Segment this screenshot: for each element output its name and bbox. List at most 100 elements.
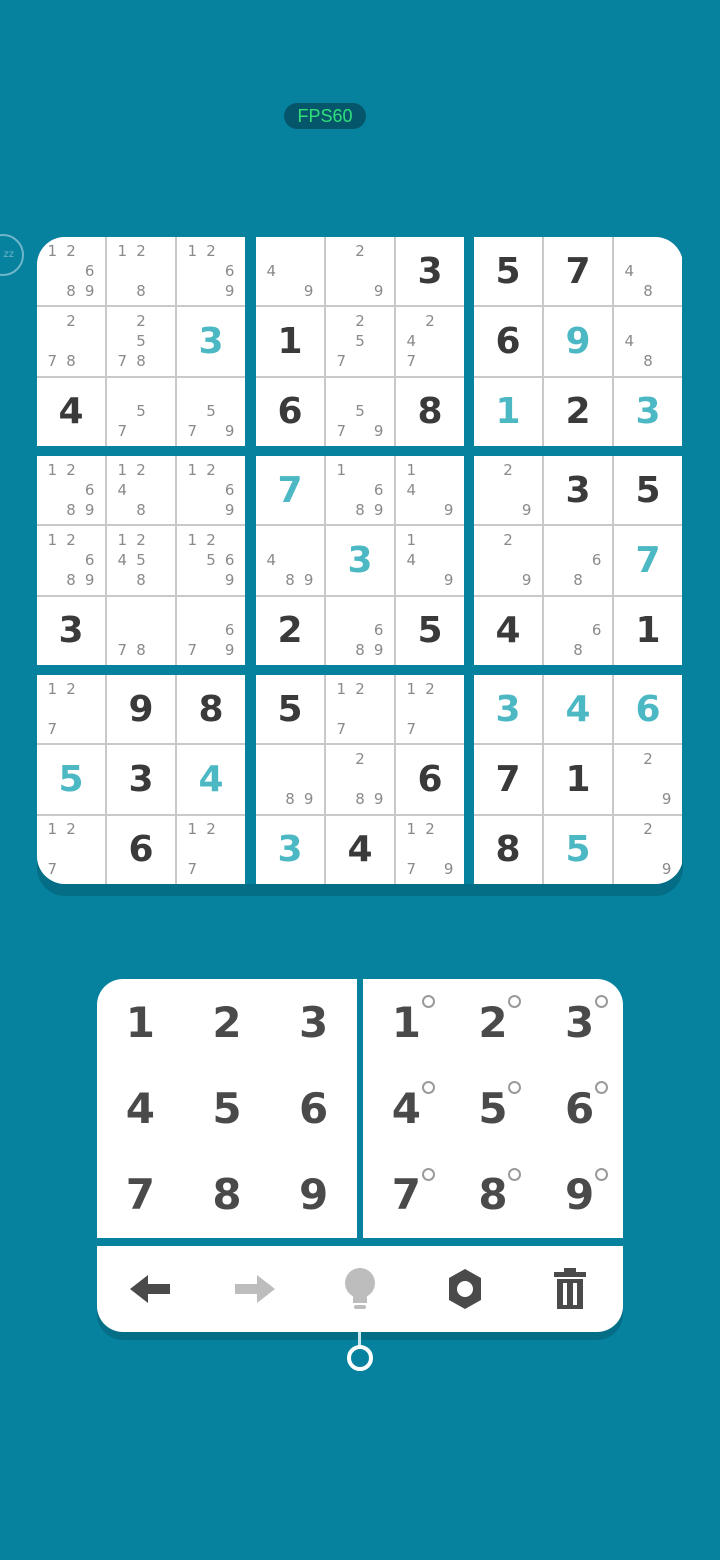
sudoku-cell[interactable]: 6	[474, 307, 542, 376]
note-key[interactable]: 3	[536, 979, 623, 1065]
sudoku-cell[interactable]: 7	[474, 745, 542, 814]
sudoku-cell[interactable]: 8	[474, 815, 542, 884]
sudoku-cell[interactable]: 29	[614, 815, 682, 884]
sudoku-cell[interactable]: 48	[614, 307, 682, 376]
sudoku-cell[interactable]: 12689	[37, 237, 105, 306]
number-key[interactable]: 9	[270, 1152, 357, 1238]
sudoku-cell[interactable]: 2578	[107, 307, 175, 376]
sudoku-cell[interactable]: 6	[256, 377, 324, 446]
sudoku-cell[interactable]: 78	[107, 596, 175, 665]
sudoku-cell[interactable]: 6	[107, 815, 175, 884]
sudoku-cell[interactable]: 4	[37, 377, 105, 446]
sudoku-cell[interactable]: 1248	[107, 456, 175, 525]
number-key[interactable]: 8	[184, 1152, 271, 1238]
sudoku-cell[interactable]: 2 89	[326, 745, 394, 814]
sudoku-cell[interactable]: 24 7	[396, 307, 464, 376]
note-key[interactable]: 1	[363, 979, 450, 1065]
sudoku-cell[interactable]: 1245 8	[107, 526, 175, 595]
sudoku-cell[interactable]: 257	[326, 307, 394, 376]
note-key[interactable]: 2	[450, 979, 537, 1065]
sudoku-cell[interactable]: 12689	[37, 456, 105, 525]
sudoku-cell[interactable]: 3	[326, 526, 394, 595]
sudoku-cell[interactable]: 57	[107, 377, 175, 446]
sudoku-cell[interactable]: 3	[474, 675, 542, 744]
note-key[interactable]: 8	[450, 1152, 537, 1238]
sudoku-cell[interactable]: 1689	[326, 456, 394, 525]
sudoku-cell[interactable]: 8	[396, 377, 464, 446]
sudoku-cell[interactable]: 6	[614, 675, 682, 744]
sudoku-cell[interactable]: 3	[544, 456, 612, 525]
number-key[interactable]: 2	[184, 979, 271, 1065]
sudoku-cell[interactable]: 1	[614, 596, 682, 665]
sudoku-cell[interactable]: 2	[544, 377, 612, 446]
sudoku-cell[interactable]: 3	[396, 237, 464, 306]
sudoku-cell[interactable]: 5	[474, 237, 542, 306]
sudoku-cell[interactable]: 12 7	[37, 815, 105, 884]
note-key[interactable]: 5	[450, 1065, 537, 1151]
sudoku-cell[interactable]: 5	[544, 815, 612, 884]
drag-handle[interactable]	[347, 1345, 373, 1371]
sudoku-cell[interactable]: 29	[474, 526, 542, 595]
note-key[interactable]: 7	[363, 1152, 450, 1238]
sudoku-cell[interactable]: 5	[37, 745, 105, 814]
sudoku-cell[interactable]: 489	[256, 526, 324, 595]
sudoku-cell[interactable]: 4	[544, 675, 612, 744]
sudoku-cell[interactable]: 89	[256, 745, 324, 814]
sudoku-cell[interactable]: 5	[396, 596, 464, 665]
sudoku-cell[interactable]: 5	[256, 675, 324, 744]
number-key[interactable]: 7	[97, 1152, 184, 1238]
sudoku-cell[interactable]: 1269	[177, 237, 245, 306]
sudoku-cell[interactable]: 68	[544, 596, 612, 665]
sudoku-cell[interactable]: 5	[614, 456, 682, 525]
sudoku-cell[interactable]: 29	[474, 456, 542, 525]
sudoku-cell[interactable]: 3	[256, 815, 324, 884]
sudoku-cell[interactable]: 3	[177, 307, 245, 376]
sudoku-cell[interactable]: 12 7	[37, 675, 105, 744]
sudoku-cell[interactable]: 1269	[177, 456, 245, 525]
sudoku-cell[interactable]: 1	[256, 307, 324, 376]
sudoku-cell[interactable]: 3	[37, 596, 105, 665]
sudoku-cell[interactable]: 1	[544, 745, 612, 814]
sudoku-cell[interactable]: 29	[614, 745, 682, 814]
undo-button[interactable]	[120, 1259, 180, 1319]
hint-button[interactable]	[330, 1259, 390, 1319]
sudoku-cell[interactable]: 8	[177, 675, 245, 744]
sudoku-cell[interactable]: 3	[614, 377, 682, 446]
note-key[interactable]: 4	[363, 1065, 450, 1151]
sleep-badge[interactable]: zz	[0, 234, 24, 276]
sudoku-cell[interactable]: 1	[474, 377, 542, 446]
settings-button[interactable]	[435, 1259, 495, 1319]
sudoku-cell[interactable]: 1256 9	[177, 526, 245, 595]
sudoku-cell[interactable]: 2 78	[37, 307, 105, 376]
sudoku-cell[interactable]: 14 9	[396, 456, 464, 525]
sudoku-cell[interactable]: 4	[177, 745, 245, 814]
sudoku-cell[interactable]: 12 8	[107, 237, 175, 306]
sudoku-cell[interactable]: 7	[544, 237, 612, 306]
sudoku-cell[interactable]: 6	[396, 745, 464, 814]
redo-button[interactable]	[225, 1259, 285, 1319]
sudoku-cell[interactable]: 57 9	[326, 377, 394, 446]
number-key[interactable]: 6	[270, 1065, 357, 1151]
sudoku-cell[interactable]: 9	[107, 675, 175, 744]
sudoku-cell[interactable]: 12 7	[326, 675, 394, 744]
sudoku-cell[interactable]: 2	[256, 596, 324, 665]
sudoku-cell[interactable]: 57 9	[177, 377, 245, 446]
number-key[interactable]: 1	[97, 979, 184, 1065]
sudoku-cell[interactable]: 12 7	[177, 815, 245, 884]
sudoku-cell[interactable]: 7	[256, 456, 324, 525]
sudoku-cell[interactable]: 689	[326, 596, 394, 665]
sudoku-cell[interactable]: 9	[544, 307, 612, 376]
sudoku-cell[interactable]: 12689	[37, 526, 105, 595]
sudoku-cell[interactable]: 12 7 9	[396, 815, 464, 884]
sudoku-cell[interactable]: 68	[544, 526, 612, 595]
note-key[interactable]: 9	[536, 1152, 623, 1238]
delete-button[interactable]	[540, 1259, 600, 1319]
sudoku-cell[interactable]: 4	[474, 596, 542, 665]
number-key[interactable]: 4	[97, 1065, 184, 1151]
sudoku-cell[interactable]: 49	[256, 237, 324, 306]
sudoku-cell[interactable]: 6 7 9	[177, 596, 245, 665]
note-key[interactable]: 6	[536, 1065, 623, 1151]
sudoku-cell[interactable]: 48	[614, 237, 682, 306]
sudoku-cell[interactable]: 7	[614, 526, 682, 595]
sudoku-cell[interactable]: 14 9	[396, 526, 464, 595]
